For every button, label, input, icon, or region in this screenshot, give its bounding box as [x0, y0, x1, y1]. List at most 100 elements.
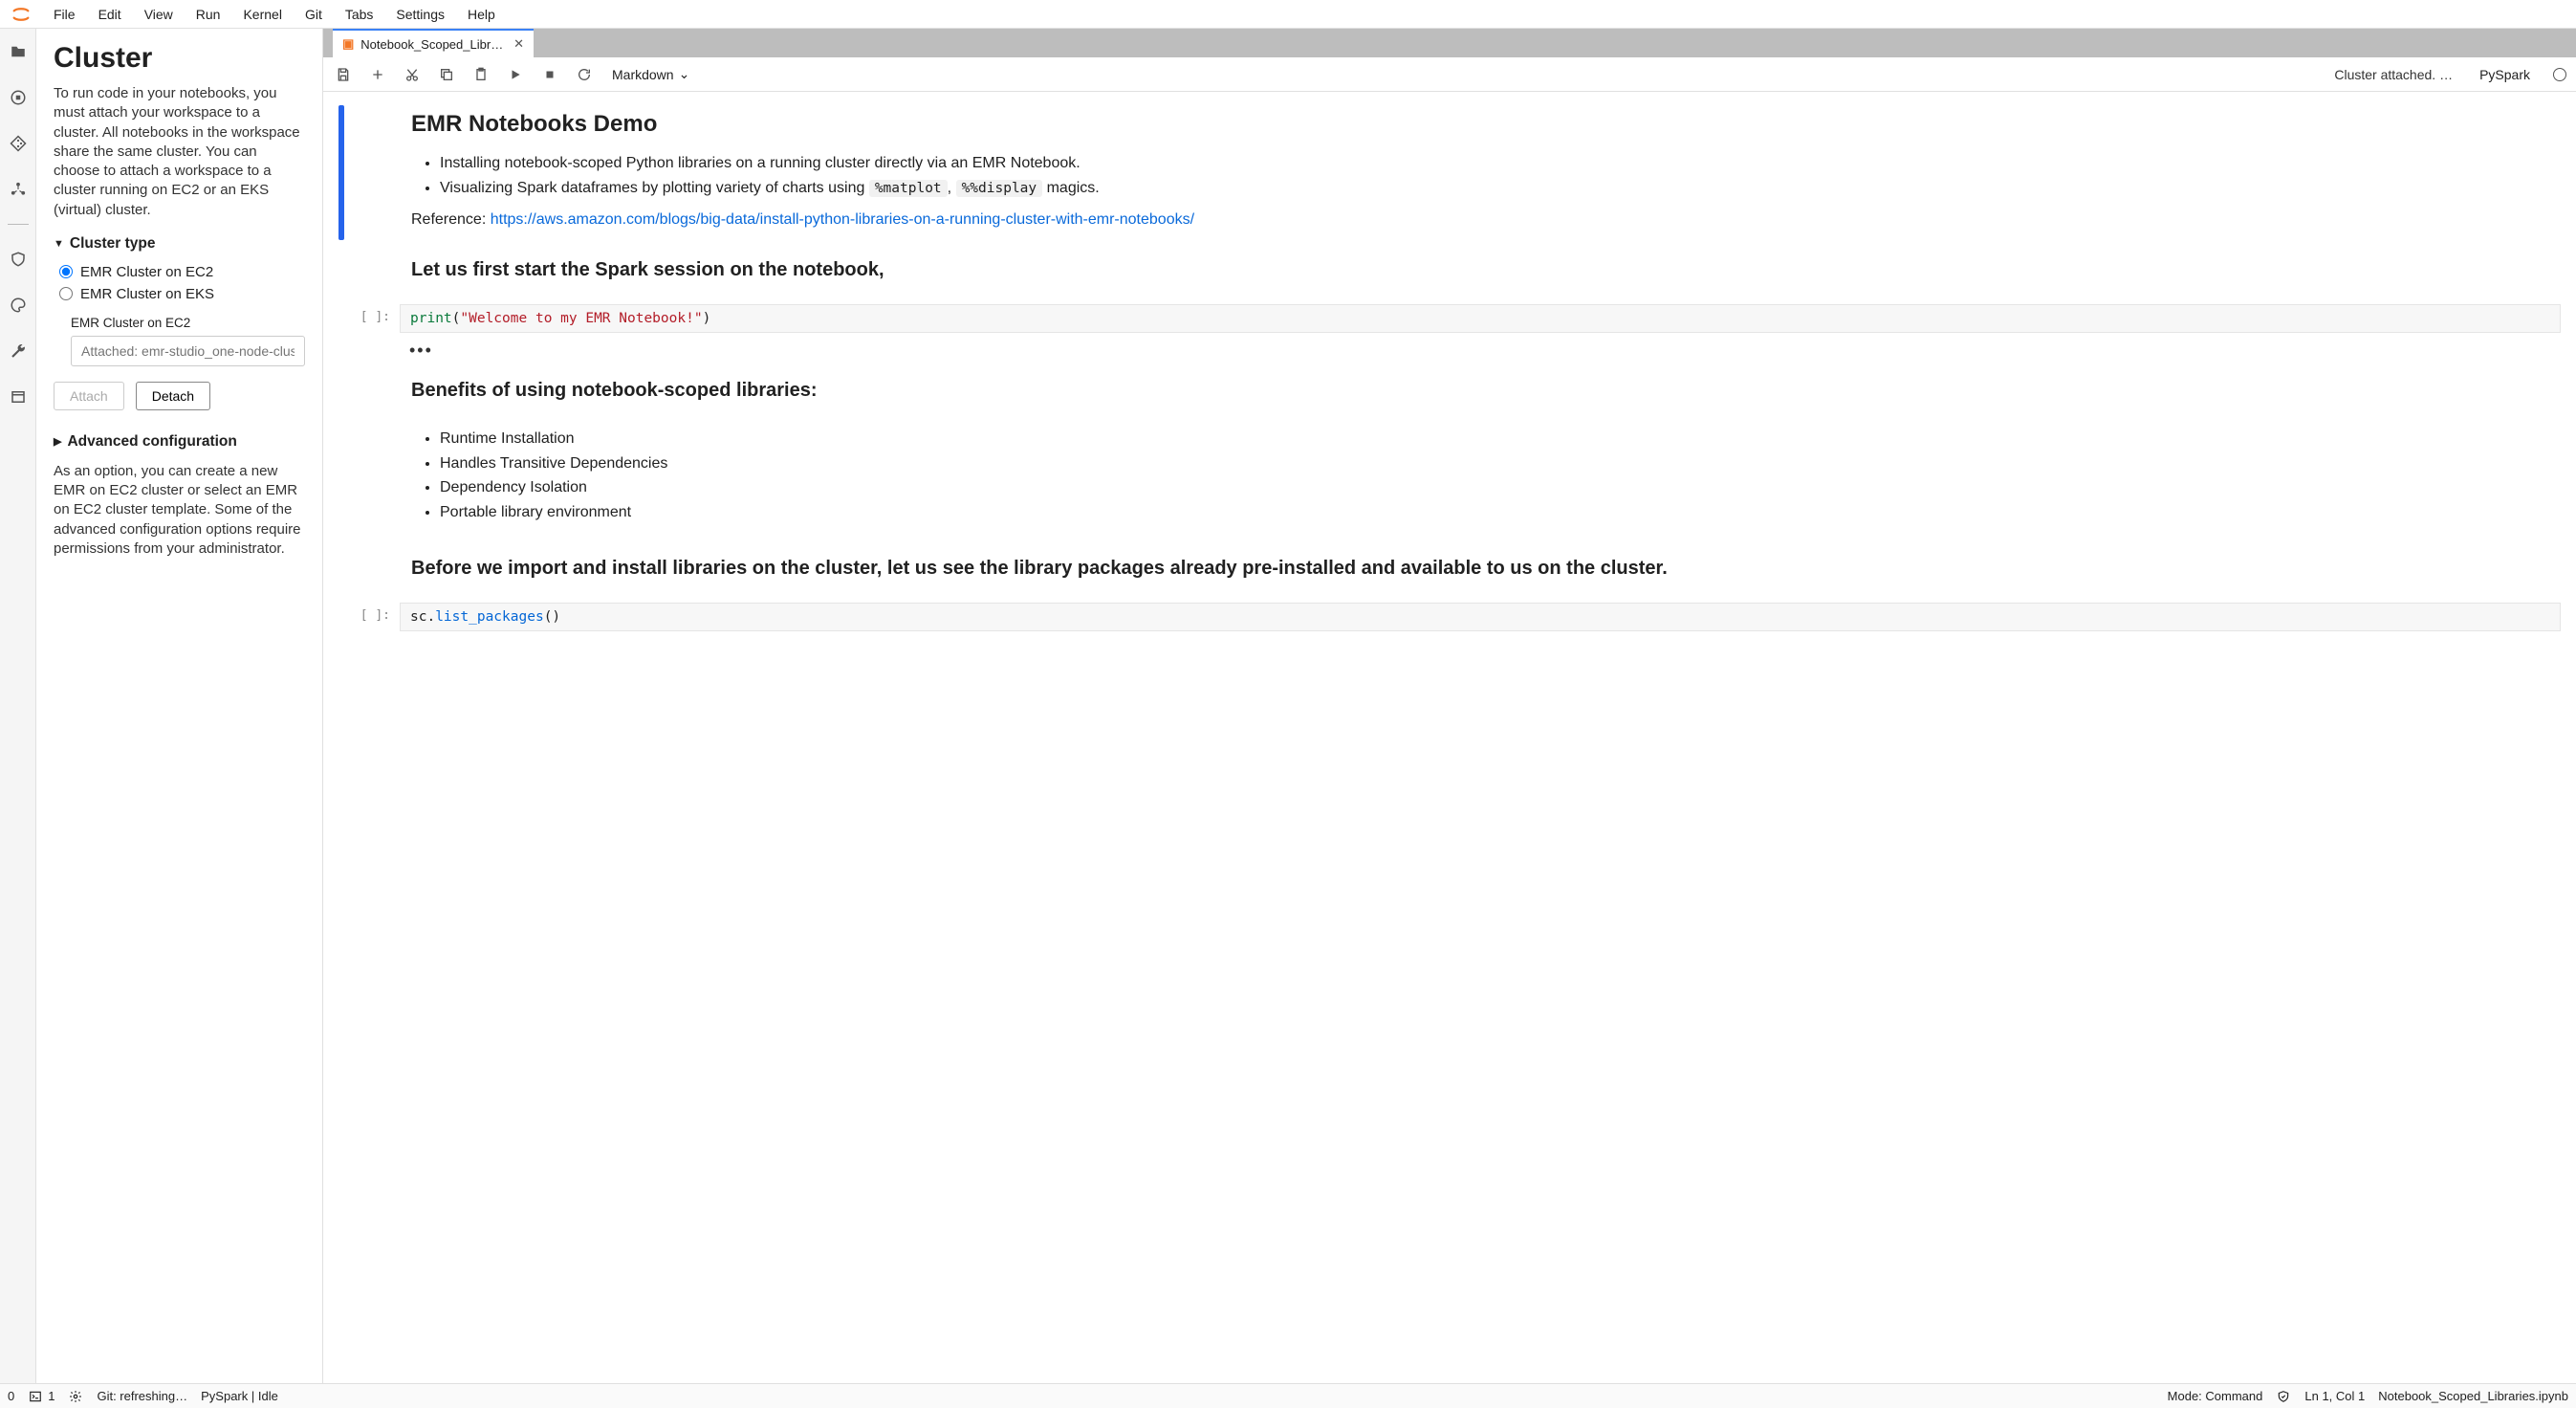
cluster-sub-label: EMR Cluster on EC2 [71, 316, 305, 330]
notebook-area: ▣ Notebook_Scoped_Librarie ✕ Markdown ⌄ … [323, 29, 2576, 1383]
md-heading: Benefits of using notebook-scoped librar… [411, 380, 2561, 402]
wrench-icon[interactable] [5, 338, 32, 364]
status-cluster-icon[interactable] [68, 1389, 83, 1404]
kernel-indicator-icon[interactable] [2553, 68, 2566, 81]
menu-edit[interactable]: Edit [87, 3, 133, 26]
code-token: "Welcome to my EMR Notebook!" [460, 311, 702, 326]
menu-view[interactable]: View [133, 3, 185, 26]
md-paragraph: Reference: https://aws.amazon.com/blogs/… [411, 211, 2561, 229]
code-cell[interactable]: [ ]: print("Welcome to my EMR Notebook!"… [338, 304, 2561, 361]
radio-ec2[interactable]: EMR Cluster on EC2 [59, 264, 305, 280]
md-list-item: Runtime Installation [440, 427, 2561, 451]
tab-title: Notebook_Scoped_Librarie [360, 37, 507, 52]
cluster-type-header[interactable]: ▼ Cluster type [54, 235, 305, 253]
md-list-item: Portable library environment [440, 500, 2561, 525]
reference-link[interactable]: https://aws.amazon.com/blogs/big-data/in… [491, 211, 1194, 228]
menu-kernel[interactable]: Kernel [231, 3, 293, 26]
cell-gutter [338, 105, 344, 240]
save-icon[interactable] [333, 64, 354, 85]
activity-divider [8, 224, 29, 225]
cell-gutter [338, 372, 344, 413]
md-list-item: Handles Transitive Dependencies [440, 451, 2561, 476]
status-bar: 0 1 Git: refreshing… PySpark | Idle Mode… [0, 1383, 2576, 1408]
md-text: magics. [1042, 180, 1100, 196]
status-kernel[interactable]: PySpark | Idle [201, 1389, 278, 1403]
cluster-status: Cluster attached. … [2334, 67, 2453, 82]
run-icon[interactable] [505, 64, 526, 85]
stop-icon[interactable] [539, 64, 560, 85]
md-text: , [948, 180, 956, 196]
gear-icon [68, 1389, 83, 1404]
advanced-config-header[interactable]: ▶ Advanced configuration [54, 433, 305, 451]
status-filename: Notebook_Scoped_Libraries.ipynb [2378, 1389, 2568, 1403]
folder-icon[interactable] [5, 38, 32, 65]
menu-run[interactable]: Run [185, 3, 232, 26]
cell-gutter [338, 425, 344, 538]
status-terminal[interactable]: 1 [28, 1389, 55, 1404]
copy-icon[interactable] [436, 64, 457, 85]
jupyter-logo-icon [10, 3, 33, 26]
status-lncol[interactable]: Ln 1, Col 1 [2304, 1389, 2365, 1403]
status-left-count[interactable]: 0 [8, 1389, 14, 1403]
cluster-icon[interactable] [5, 176, 32, 203]
md-list-item: Dependency Isolation [440, 475, 2561, 500]
radio-eks-input[interactable] [59, 287, 73, 300]
status-trust-icon[interactable] [2276, 1389, 2291, 1404]
panel-title: Cluster [54, 42, 305, 75]
menu-help[interactable]: Help [456, 3, 507, 26]
code-token: ) [703, 311, 711, 326]
markdown-cell[interactable]: Runtime Installation Handles Transitive … [338, 425, 2561, 538]
menu-tabs[interactable]: Tabs [334, 3, 385, 26]
code-token: sc. [410, 609, 435, 625]
advanced-config-description: As an option, you can create a new EMR o… [54, 462, 305, 559]
window-icon[interactable] [5, 384, 32, 410]
attached-cluster-input[interactable] [71, 336, 305, 366]
attach-button: Attach [54, 382, 124, 410]
radio-ec2-input[interactable] [59, 265, 73, 278]
notebook-toolbar: Markdown ⌄ Cluster attached. … PySpark [323, 57, 2576, 92]
kernel-name[interactable]: PySpark [2479, 67, 2530, 82]
markdown-cell[interactable]: Let us first start the Spark session on … [338, 252, 2561, 293]
status-git[interactable]: Git: refreshing… [97, 1389, 187, 1403]
restart-icon[interactable] [574, 64, 595, 85]
git-icon[interactable] [5, 130, 32, 157]
paste-icon[interactable] [470, 64, 491, 85]
cell-gutter [338, 603, 344, 631]
cluster-panel: Cluster To run code in your notebooks, y… [36, 29, 323, 1383]
close-icon[interactable]: ✕ [513, 36, 524, 52]
markdown-cell[interactable]: EMR Notebooks Demo Installing notebook-s… [338, 105, 2561, 240]
cut-icon[interactable] [402, 64, 423, 85]
stop-circle-icon[interactable] [5, 84, 32, 111]
cell-gutter [338, 304, 344, 361]
cluster-type-label: Cluster type [70, 235, 156, 253]
palette-icon[interactable] [5, 292, 32, 319]
menubar: File Edit View Run Kernel Git Tabs Setti… [0, 0, 2576, 29]
md-list-item: Visualizing Spark dataframes by plotting… [440, 176, 2561, 201]
detach-button[interactable]: Detach [136, 382, 210, 410]
tab-notebook[interactable]: ▣ Notebook_Scoped_Librarie ✕ [333, 29, 534, 57]
menu-file[interactable]: File [42, 3, 87, 26]
markdown-cell[interactable]: Benefits of using notebook-scoped librar… [338, 372, 2561, 413]
md-code: %matplot [869, 180, 948, 197]
add-cell-icon[interactable] [367, 64, 388, 85]
cell-type-selector[interactable]: Markdown ⌄ [612, 66, 689, 82]
output-collapsed-icon[interactable]: ••• [400, 333, 2561, 361]
code-cell[interactable]: [ ]: sc.list_packages() [338, 603, 2561, 631]
md-text: Visualizing Spark dataframes by plotting… [440, 180, 869, 196]
code-token: print [410, 311, 452, 326]
notebook-body[interactable]: EMR Notebooks Demo Installing notebook-s… [323, 92, 2576, 1383]
code-editor[interactable]: print("Welcome to my EMR Notebook!") [400, 304, 2561, 333]
terminal-icon [28, 1389, 43, 1404]
markdown-cell[interactable]: Before we import and install libraries o… [338, 550, 2561, 591]
status-mode: Mode: Command [2168, 1389, 2263, 1403]
md-list-item: Installing notebook-scoped Python librar… [440, 151, 2561, 176]
caret-right-icon: ▶ [54, 435, 61, 448]
cell-prompt: [ ]: [354, 304, 400, 361]
code-editor[interactable]: sc.list_packages() [400, 603, 2561, 631]
shield-icon[interactable] [5, 246, 32, 273]
caret-down-icon: ▼ [54, 238, 64, 250]
menu-git[interactable]: Git [294, 3, 334, 26]
cell-gutter [338, 550, 344, 591]
radio-eks[interactable]: EMR Cluster on EKS [59, 286, 305, 302]
menu-settings[interactable]: Settings [384, 3, 456, 26]
